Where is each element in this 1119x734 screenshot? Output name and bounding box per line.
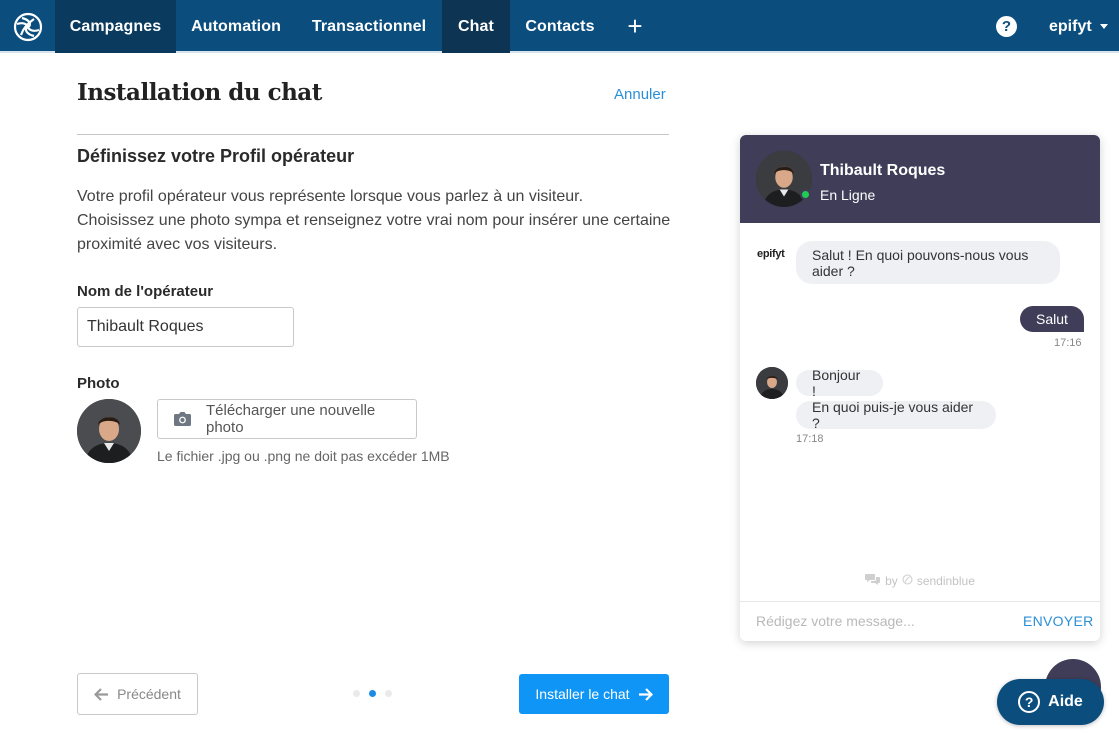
operator-avatar-small	[756, 367, 788, 399]
step-dot	[353, 690, 360, 697]
account-name: epifyt	[1049, 17, 1092, 35]
previous-label: Précédent	[117, 686, 181, 702]
step-dot-active	[369, 690, 376, 697]
question-icon: ?	[1018, 691, 1041, 713]
nav-campagnes[interactable]: Campagnes	[55, 0, 176, 53]
operator-name-label: Nom de l'opérateur	[77, 283, 214, 300]
brand-logo: epifyt	[757, 248, 785, 260]
install-chat-button[interactable]: Installer le chat	[519, 674, 669, 714]
nav-automation[interactable]: Automation	[176, 0, 296, 53]
camera-icon	[174, 412, 191, 426]
message-timestamp: 17:16	[1054, 337, 1082, 349]
online-status-dot	[800, 189, 811, 200]
help-icon[interactable]: ?	[996, 16, 1017, 37]
account-menu[interactable]: epifyt	[1049, 0, 1108, 53]
step-dot	[385, 690, 392, 697]
message-bubble-operator: En quoi puis-je vous aider ?	[796, 399, 996, 431]
page-title: Installation du chat	[77, 79, 322, 106]
widget-operator-name: Thibault Roques	[820, 162, 946, 179]
install-chat-label: Installer le chat	[535, 686, 630, 702]
chevron-down-icon	[1099, 24, 1108, 29]
powered-by-prefix: by	[885, 573, 898, 588]
operator-name-input[interactable]	[77, 307, 294, 347]
step-indicator	[353, 690, 392, 697]
message-bubble-operator: Salut ! En quoi pouvons-nous vous aider …	[796, 241, 1060, 284]
chat-widget-header: Thibault Roques En Ligne	[740, 135, 1100, 223]
nav-contacts[interactable]: Contacts	[510, 0, 610, 53]
top-navbar: Campagnes Automation Transactionnel Chat…	[0, 0, 1119, 53]
add-menu-plus-icon[interactable]: +	[620, 0, 650, 53]
section-title: Définissez votre Profil opérateur	[77, 146, 355, 166]
description-line-2: Choisissez une photo sympa et renseignez…	[77, 212, 671, 253]
message-bubble-visitor: Salut	[1020, 306, 1084, 332]
powered-by: by sendinblue	[740, 573, 1100, 588]
message-input[interactable]: Rédigez votre message...	[756, 613, 915, 629]
send-button[interactable]: ENVOYER	[1023, 613, 1094, 629]
sendinblue-small-icon	[902, 574, 913, 588]
upload-photo-label: Télécharger une nouvelle photo	[206, 402, 376, 436]
widget-operator-status: En Ligne	[820, 187, 876, 203]
cancel-link[interactable]: Annuler	[614, 86, 666, 103]
nav-transactionnel[interactable]: Transactionnel	[296, 0, 442, 53]
widget-footer-divider	[740, 601, 1100, 602]
help-aide-label: Aide	[1048, 693, 1083, 710]
help-aide-button[interactable]: ? Aide	[997, 679, 1104, 725]
chat-bubbles-icon	[865, 573, 881, 588]
nav-chat[interactable]: Chat	[442, 0, 510, 53]
section-description: Votre profil opérateur vous représente l…	[77, 185, 677, 257]
message-bubble-operator: Bonjour !	[796, 367, 883, 399]
arrow-right-icon	[638, 687, 653, 701]
previous-button[interactable]: Précédent	[77, 673, 198, 715]
arrow-left-icon	[94, 687, 109, 701]
operator-avatar	[77, 399, 141, 463]
upload-photo-button[interactable]: Télécharger une nouvelle photo	[157, 399, 417, 439]
description-line-1: Votre profil opérateur vous représente l…	[77, 188, 584, 205]
photo-label: Photo	[77, 375, 120, 392]
powered-by-brand: sendinblue	[916, 573, 975, 588]
sendinblue-logo-icon[interactable]	[0, 0, 55, 53]
chat-widget-preview: Thibault Roques En Ligne epifyt Salut ! …	[740, 135, 1100, 641]
message-timestamp: 17:18	[796, 433, 824, 445]
upload-hint: Le fichier .jpg ou .png ne doit pas excé…	[157, 448, 450, 464]
divider	[77, 134, 669, 135]
